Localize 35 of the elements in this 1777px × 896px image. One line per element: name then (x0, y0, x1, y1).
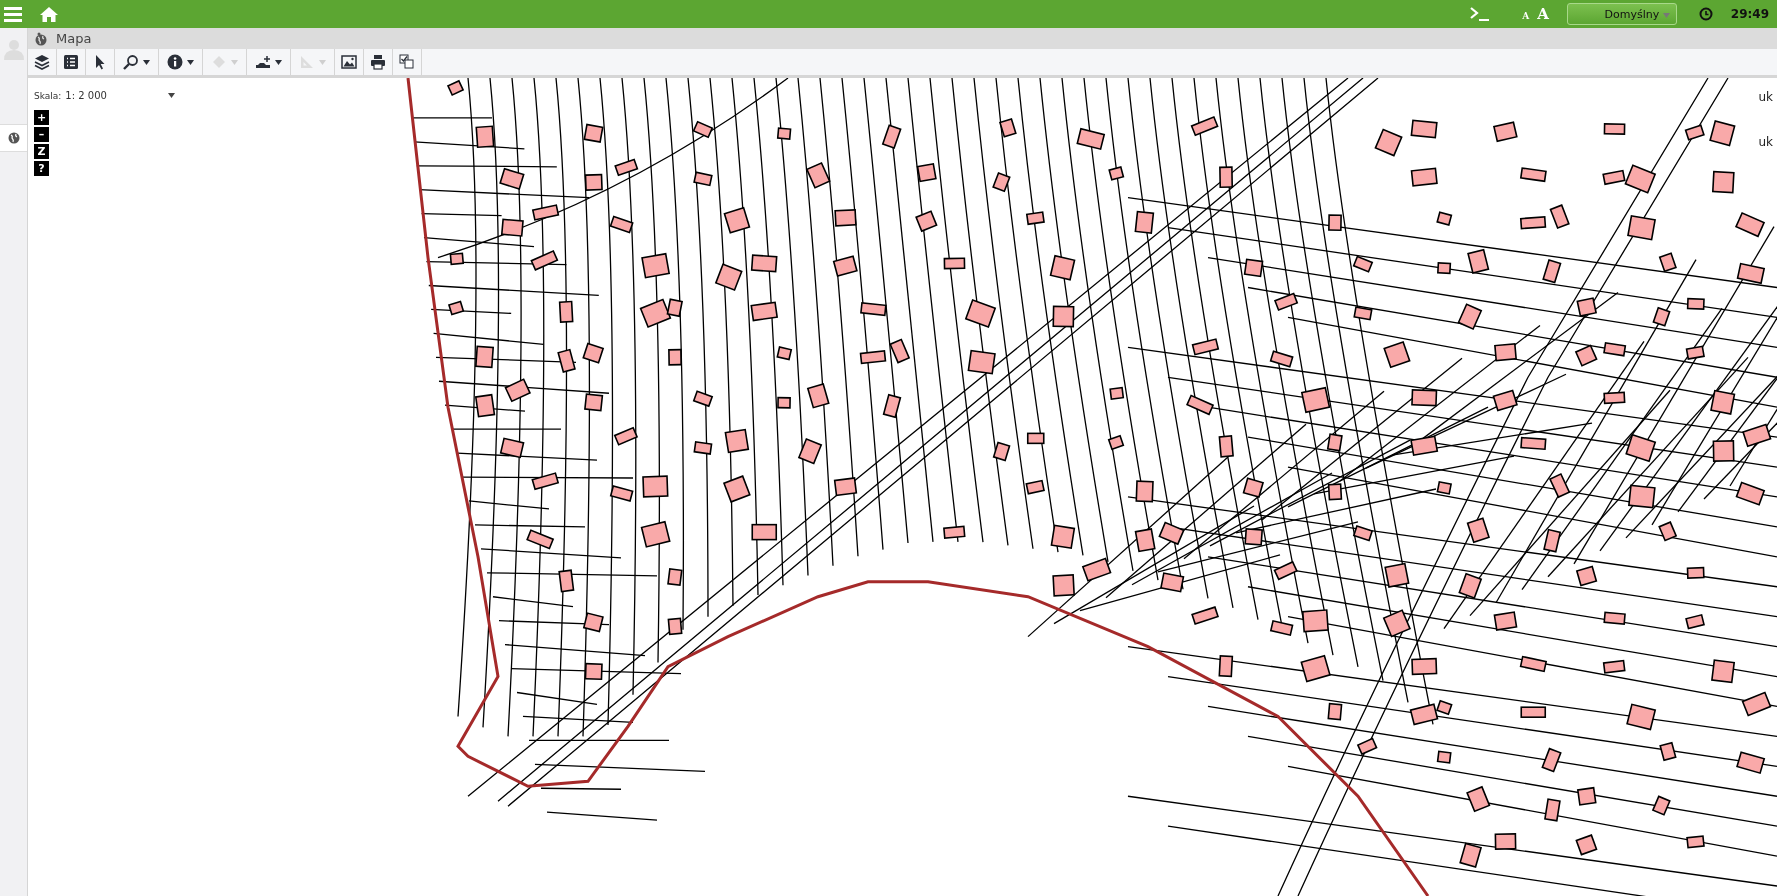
list-icon (63, 54, 79, 70)
caret-icon (275, 59, 282, 65)
theme-dropdown[interactable]: Domyślny (1566, 3, 1677, 25)
map-label: uk (1758, 135, 1773, 149)
map-control-button[interactable]: – (34, 127, 49, 142)
diamond-icon (211, 54, 227, 70)
session-timer: 29:49 (1730, 7, 1769, 21)
map-control-button[interactable]: ? (34, 161, 49, 176)
caret-icon (319, 59, 326, 65)
caret-icon (231, 59, 238, 65)
globe-icon (7, 132, 20, 144)
triangle-ruler-icon (299, 54, 315, 70)
caret-icon (143, 59, 150, 65)
info-icon (167, 54, 183, 70)
image-icon (341, 54, 357, 70)
layers-icon (34, 54, 50, 70)
caret-icon (187, 59, 194, 65)
scale-dropdown[interactable]: 1: 2 000 (65, 90, 176, 101)
menu-icon[interactable] (4, 6, 22, 22)
caret-icon (1662, 12, 1670, 18)
home-icon[interactable] (40, 6, 58, 22)
scale-label: Skala: (34, 90, 62, 101)
map-control-button[interactable]: + (34, 110, 49, 125)
shapes-plus-icon (255, 54, 271, 70)
magnifier-icon (123, 54, 139, 70)
terminal-icon[interactable] (1470, 7, 1491, 21)
panel-title: Mapa (56, 31, 92, 46)
map-control-button[interactable]: Z (34, 144, 49, 159)
checkbox-icon (399, 54, 415, 70)
globe-icon (34, 31, 48, 46)
map-label: uk (1758, 90, 1773, 104)
print-icon (370, 54, 386, 70)
clock-icon (1698, 7, 1713, 21)
map-tab[interactable] (0, 124, 27, 152)
caret-icon (168, 93, 176, 98)
